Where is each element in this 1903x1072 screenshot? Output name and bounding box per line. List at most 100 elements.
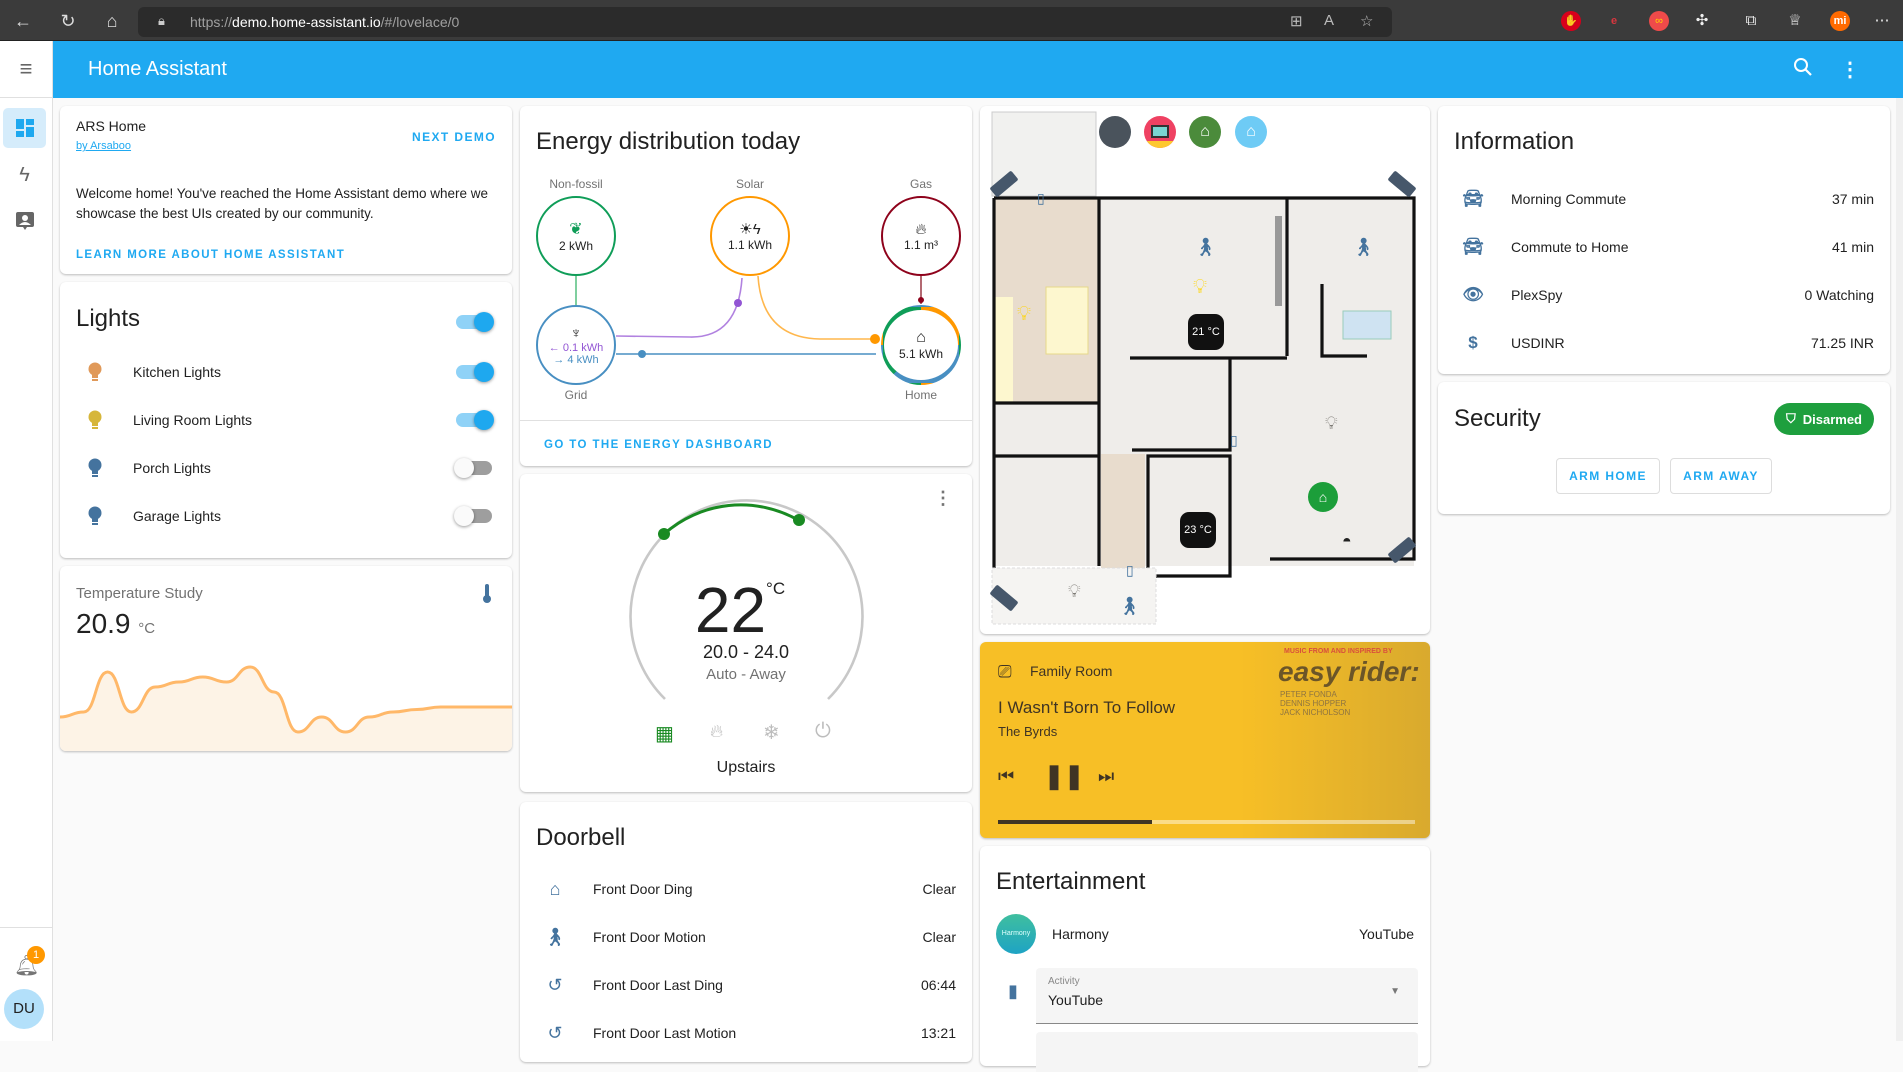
motion-sensor-icon[interactable]: 🚶︎	[1352, 237, 1375, 258]
url-text[interactable]: https://demo.home-assistant.io/#/lovelac…	[190, 14, 459, 30]
doorbell-row[interactable]: ⌂ Front Door Ding Clear	[520, 869, 972, 909]
lights-master-toggle[interactable]	[456, 312, 494, 332]
alarm-state-badge[interactable]: ⛉ Disarmed	[1773, 403, 1874, 435]
living-room-light-icon[interactable]: 💡︎	[1193, 276, 1207, 299]
page-scrollbar[interactable]	[1896, 98, 1903, 1041]
author-link[interactable]: by Arsaboo	[76, 140, 131, 152]
light-row[interactable]: Garage Lights	[60, 496, 512, 536]
bulb-icon[interactable]	[75, 410, 115, 430]
expressvpn-icon[interactable]: e	[1604, 11, 1624, 31]
overflow-menu-icon[interactable]: ⋮	[1840, 57, 1860, 82]
motion-sensor-icon[interactable]: 🚶︎	[1194, 237, 1217, 258]
reload-icon[interactable]: ↻	[57, 10, 79, 32]
alexa-icon[interactable]	[1099, 116, 1131, 148]
url-prefix: https://	[190, 14, 233, 30]
next-track-button[interactable]: ⏭	[1098, 766, 1114, 787]
doorbell-label: Front Door Last Ding	[593, 977, 723, 993]
doorbell-row[interactable]: ↺ Front Door Last Ding 06:44	[520, 965, 972, 1005]
light-toggle[interactable]	[454, 506, 492, 526]
sidebar-item-profile[interactable]	[3, 201, 46, 241]
non-fossil-node[interactable]: ❦ 2 kWh	[536, 196, 616, 276]
more-icon[interactable]: ⋯	[1872, 11, 1892, 31]
home-lock-icon[interactable]: ⌂	[1189, 116, 1221, 148]
doorbell-row[interactable]: 🚶︎ Front Door Motion Clear	[520, 917, 972, 957]
solar-node[interactable]: ☀ϟ 1.1 kWh	[710, 196, 790, 276]
media-player-card[interactable]: MUSIC FROM AND INSPIRED BY easy rider: P…	[980, 642, 1430, 838]
light-row[interactable]: Kitchen Lights	[60, 352, 512, 392]
thermostat-2-badge[interactable]: 23 °C	[1180, 512, 1216, 548]
door-icon[interactable]: ▯	[1037, 190, 1045, 207]
information-row[interactable]: 👁︎ PlexSpy 0 Watching	[1438, 275, 1890, 315]
album-credit: DENNIS HOPPER	[1280, 699, 1347, 708]
light-row[interactable]: Porch Lights	[60, 448, 512, 488]
bulb-icon[interactable]	[75, 506, 115, 526]
arm-home-button[interactable]: ARM HOME	[1556, 458, 1660, 494]
hdmi-select[interactable]	[1036, 1032, 1418, 1072]
dropdown-arrow-icon: ▼	[1390, 986, 1400, 997]
information-value: 41 min	[1831, 239, 1874, 255]
energy-dashboard-link[interactable]: GO TO THE ENERGY DASHBOARD	[544, 439, 773, 451]
kitchen-light-icon[interactable]: 💡︎	[1017, 303, 1031, 326]
activity-select[interactable]: Activity YouTube ▼	[1036, 968, 1418, 1024]
sidebar-item-overview[interactable]	[3, 108, 46, 148]
mi-icon[interactable]: mi	[1830, 11, 1850, 31]
smart-home-icon[interactable]: ⌂	[1235, 116, 1267, 148]
favorite-add-icon[interactable]: ☆	[1360, 12, 1373, 30]
learn-more-button[interactable]: LEARN MORE ABOUT HOME ASSISTANT	[76, 249, 345, 261]
sensor-value: 20.9 °C	[76, 608, 155, 640]
arm-away-button[interactable]: ARM AWAY	[1670, 458, 1772, 494]
previous-track-button[interactable]: ⏮	[998, 766, 1014, 787]
sidebar-item-energy[interactable]: ϟ	[3, 155, 46, 195]
home-node[interactable]: ⌂ 5.1 kWh	[881, 305, 961, 385]
garage-light-icon[interactable]: 💡︎	[1325, 413, 1338, 434]
thermostat-1-badge[interactable]: 21 °C	[1188, 314, 1224, 350]
home-icon[interactable]: ⌂	[101, 10, 123, 32]
mode-auto-button[interactable]: ▦	[655, 721, 674, 746]
light-toggle[interactable]	[454, 458, 492, 478]
next-demo-button[interactable]: NEXT DEMO	[412, 130, 496, 144]
information-row[interactable]: $ USDINR 71.25 INR	[1438, 323, 1890, 363]
pause-button[interactable]: ❚❚	[1044, 762, 1084, 791]
tv-icon[interactable]	[1144, 116, 1176, 148]
progress-track[interactable]	[998, 820, 1415, 824]
light-toggle[interactable]	[456, 362, 494, 382]
mode-cool-button[interactable]: ❄	[763, 720, 780, 745]
bulb-icon[interactable]	[75, 458, 115, 478]
car-icon: 🚘︎	[1462, 189, 1484, 208]
remote-icon: ▮	[1008, 981, 1018, 1001]
temperature-study-card[interactable]: Temperature Study 20.9 °C	[60, 566, 512, 751]
harmony-label[interactable]: Harmony	[1052, 926, 1109, 942]
garage-door-icon[interactable]: ⌂	[1308, 482, 1338, 512]
notifications-button[interactable]: 🔔︎ 1	[14, 946, 45, 977]
collections-icon[interactable]: ⧉	[1741, 11, 1761, 31]
extensions-icon[interactable]: ✣	[1692, 11, 1712, 31]
menu-icon[interactable]: ≡	[0, 41, 52, 98]
light-row[interactable]: Living Room Lights	[60, 400, 512, 440]
read-aloud-icon[interactable]: A	[1324, 12, 1334, 29]
rewards-icon[interactable]: ♕	[1785, 11, 1805, 31]
adblock-icon[interactable]: ✋	[1561, 11, 1581, 31]
search-icon[interactable]	[1793, 57, 1813, 83]
back-icon[interactable]: ←	[12, 10, 34, 32]
security-card: Security ⛉ Disarmed ARM HOME ARM AWAY	[1438, 382, 1890, 514]
door-icon[interactable]: ▯	[1126, 562, 1134, 579]
gas-node[interactable]: 🔥︎ 1.1 m³	[881, 196, 961, 276]
light-toggle[interactable]	[456, 410, 494, 430]
information-row[interactable]: 🚘︎ Commute to Home 41 min	[1438, 227, 1890, 267]
light-label: Garage Lights	[133, 508, 221, 524]
mode-off-button[interactable]: ⏻	[815, 720, 831, 743]
door-icon[interactable]: ▯	[1230, 432, 1238, 449]
grid-node[interactable]: ♆ ← 0.1 kWh → 4 kWh	[536, 305, 616, 385]
motion-sensor-icon[interactable]: 🚶︎	[1118, 596, 1141, 617]
address-bar[interactable]: 🔒︎ https://demo.home-assistant.io/#/love…	[138, 7, 1392, 37]
security-camera-dome-icon[interactable]: ◓	[1342, 533, 1352, 551]
bulb-icon[interactable]	[75, 362, 115, 382]
infinity-icon[interactable]: ∞	[1649, 11, 1669, 31]
information-row[interactable]: 🚘︎ Morning Commute 37 min	[1438, 179, 1890, 219]
app-available-icon[interactable]: ⊞	[1290, 12, 1303, 30]
doorbell-row[interactable]: ↺ Front Door Last Motion 13:21	[520, 1013, 972, 1053]
user-avatar[interactable]: DU	[4, 989, 44, 1029]
porch-light-icon[interactable]: 💡︎	[1068, 581, 1081, 602]
doorbell-label: Front Door Last Motion	[593, 1025, 737, 1041]
mode-heat-button[interactable]: 🔥︎	[710, 721, 723, 742]
